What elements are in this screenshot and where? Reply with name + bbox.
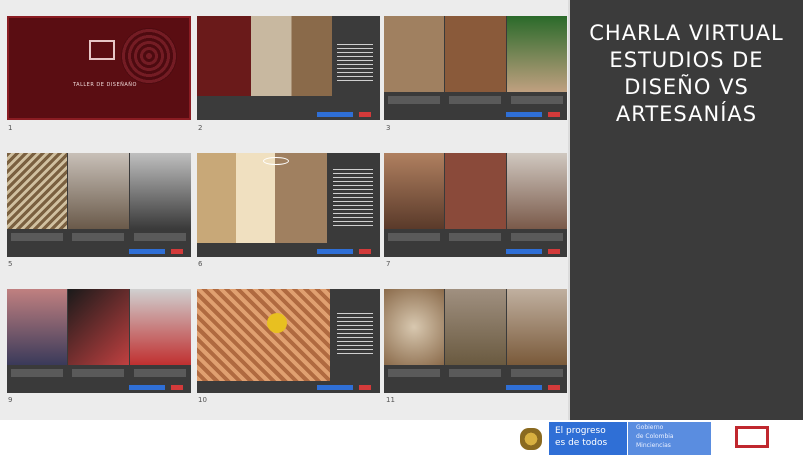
slide-photo <box>130 153 191 229</box>
slide-text-block <box>337 44 373 84</box>
slide-photo <box>384 289 444 365</box>
slide-photo <box>197 16 332 96</box>
slide-caption <box>449 233 501 241</box>
ministry-text-line3: Minciencias <box>636 442 671 449</box>
footer-logos: El progreso es de todos Gobierno de Colo… <box>0 420 803 457</box>
slide-blue-button[interactable] <box>317 249 353 254</box>
slide-red-button[interactable] <box>548 385 560 390</box>
slide-caption <box>511 369 563 377</box>
cover-pattern <box>121 28 177 84</box>
artesanias-logo-icon <box>735 426 769 448</box>
progress-text-line2: es de todos <box>555 438 608 448</box>
slide-photo <box>507 289 567 365</box>
slide-photo <box>68 153 129 229</box>
slide-photo <box>130 289 191 365</box>
slide-photo <box>7 153 67 229</box>
slide-red-button[interactable] <box>171 385 183 390</box>
slide-text-block <box>333 169 373 229</box>
ministry-text-line2: de Colombia <box>636 433 674 440</box>
slide-thumbnail-9[interactable] <box>7 289 191 393</box>
slide-thumbnail-5[interactable] <box>7 153 191 257</box>
slide-number: 11 <box>386 396 395 404</box>
slide-blue-button[interactable] <box>317 385 353 390</box>
slide-thumbnail-1[interactable]: TALLER DE DISEÑAÑO <box>7 16 191 120</box>
slide-photo <box>445 16 506 92</box>
slide-caption <box>449 369 501 377</box>
slide-caption <box>134 369 186 377</box>
slide-photo <box>445 289 506 365</box>
slide-caption <box>511 96 563 104</box>
slide-caption <box>11 369 63 377</box>
slide-blue-button[interactable] <box>506 249 542 254</box>
slide-thumbnail-3[interactable] <box>384 16 567 120</box>
slide-caption <box>511 233 563 241</box>
slide-caption <box>134 233 186 241</box>
slide-photo <box>197 289 330 381</box>
slide-red-button[interactable] <box>359 385 371 390</box>
slide-red-button[interactable] <box>359 249 371 254</box>
slide-photo <box>507 153 567 229</box>
slide-blue-button[interactable] <box>129 249 165 254</box>
slide-photo <box>384 16 444 92</box>
slide-caption <box>72 369 124 377</box>
slide-blue-button[interactable] <box>129 385 165 390</box>
slide-grid: TALLER DE DISEÑAÑO 1 2 3 5 6 7 9 10 11 <box>0 0 568 420</box>
slide-red-button[interactable] <box>359 112 371 117</box>
cover-logo-icon <box>89 40 115 60</box>
slide-thumbnail-11[interactable] <box>384 289 567 393</box>
slide-number: 2 <box>198 124 203 132</box>
ministry-text-line1: Gobierno <box>636 424 664 431</box>
slide-photo <box>7 289 67 365</box>
coat-of-arms-icon <box>520 428 542 450</box>
slide-number: 7 <box>386 260 391 268</box>
slide-photo <box>68 289 129 365</box>
slide-thumbnail-2[interactable] <box>197 16 380 120</box>
bowl-icon <box>267 313 287 333</box>
slide-caption <box>388 233 440 241</box>
slide-thumbnail-7[interactable] <box>384 153 567 257</box>
slide-red-button[interactable] <box>548 112 560 117</box>
slide-number: 5 <box>8 260 13 268</box>
slide-photo <box>384 153 444 229</box>
slide-number: 6 <box>198 260 203 268</box>
slide-photo <box>507 16 567 92</box>
lamp-icon <box>263 157 289 165</box>
slide-text-block <box>337 313 373 357</box>
slide-red-button[interactable] <box>548 249 560 254</box>
slide-caption <box>388 369 440 377</box>
slide-number: 9 <box>8 396 13 404</box>
slide-red-button[interactable] <box>171 249 183 254</box>
slide-thumbnail-6[interactable] <box>197 153 380 257</box>
progress-text-line1: El progreso <box>555 426 606 436</box>
slide-caption <box>388 96 440 104</box>
slide-blue-button[interactable] <box>317 112 353 117</box>
slide-caption <box>449 96 501 104</box>
slide-photo <box>197 153 327 243</box>
talk-title: CHARLA VIRTUAL ESTUDIOS DE DISEÑO VS ART… <box>589 21 784 126</box>
title-panel: CHARLA VIRTUAL ESTUDIOS DE DISEÑO VS ART… <box>570 0 803 420</box>
slide-blue-button[interactable] <box>506 112 542 117</box>
slide-blue-button[interactable] <box>506 385 542 390</box>
slide-number: 3 <box>386 124 391 132</box>
slide-thumbnail-10[interactable] <box>197 289 380 393</box>
slide-caption <box>72 233 124 241</box>
cover-heading: TALLER DE DISEÑAÑO <box>73 82 137 88</box>
slide-number: 10 <box>198 396 207 404</box>
slide-photo <box>445 153 506 229</box>
slide-caption <box>11 233 63 241</box>
slide-number: 1 <box>8 124 13 132</box>
